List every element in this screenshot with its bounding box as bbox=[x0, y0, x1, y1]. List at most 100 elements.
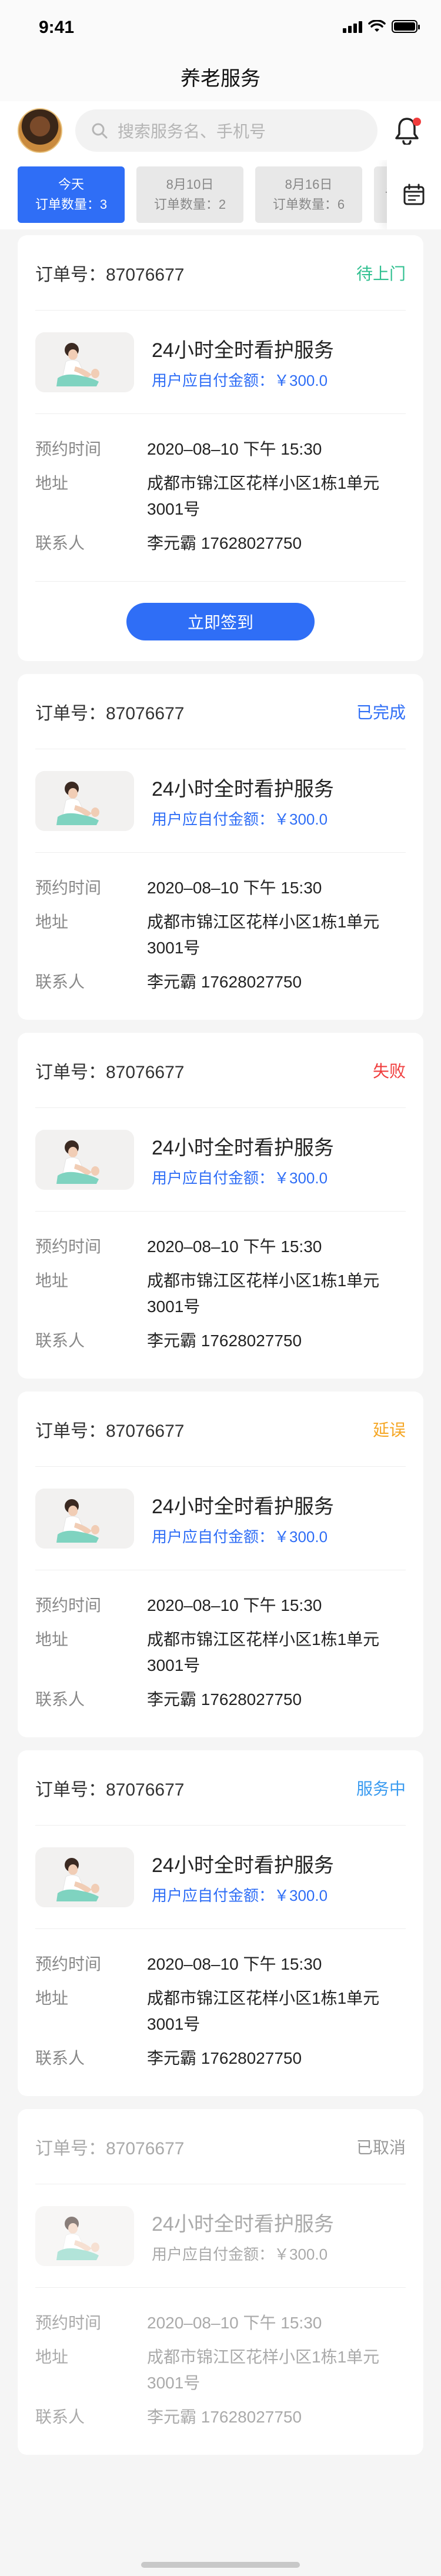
order-info: 预约时间 2020–08–10 下午 15:30 地址 成都市锦江区花样小区1栋1单元… bbox=[35, 414, 406, 581]
info-value: 李元霸 17628027750 bbox=[147, 534, 302, 552]
service-image bbox=[35, 1488, 134, 1549]
order-card[interactable]: 订单号：87076677 失败 24小时全时看护服务 用户应自付金额：￥300.… bbox=[18, 1033, 423, 1379]
info-label: 预约时间 bbox=[35, 440, 102, 458]
service-name: 24小时全时看护服务 bbox=[152, 1854, 334, 1877]
order-status: 已取消 bbox=[356, 2138, 406, 2157]
order-number: 订单号：87076677 bbox=[35, 1062, 185, 1082]
order-number: 订单号：87076677 bbox=[35, 1780, 185, 1800]
service-name: 24小时全时看护服务 bbox=[152, 1495, 334, 1518]
info-value: 成都市锦江区花样小区1栋1单元3001号 bbox=[147, 913, 380, 957]
order-header: 订单号：87076677 已完成 bbox=[35, 674, 406, 749]
info-row: 联系人 李元霸 17628027750 bbox=[35, 2404, 406, 2430]
info-value: 成都市锦江区花样小区1栋1单元3001号 bbox=[147, 2348, 380, 2392]
info-label: 预约时间 bbox=[35, 2314, 102, 2332]
order-card[interactable]: 订单号：87076677 已完成 24小时全时看护服务 用户应自付金额：￥300… bbox=[18, 674, 423, 1020]
info-label: 预约时间 bbox=[35, 879, 102, 897]
service-text: 24小时全时看护服务 用户应自付金额：￥300.0 bbox=[152, 334, 334, 391]
service-price: 用户应自付金额：￥300.0 bbox=[152, 1169, 328, 1187]
service-summary: 24小时全时看护服务 用户应自付金额：￥300.0 bbox=[35, 2184, 406, 2288]
order-info: 预约时间 2020–08–10 下午 15:30 地址 成都市锦江区花样小区1栋1单元… bbox=[35, 1212, 406, 1379]
info-row: 联系人 李元霸 17628027750 bbox=[35, 530, 406, 556]
service-summary: 24小时全时看护服务 用户应自付金额：￥300.0 bbox=[35, 1826, 406, 1929]
info-label: 联系人 bbox=[35, 2049, 85, 2067]
order-card[interactable]: 订单号：87076677 待上门 24小时全时看护服务 用户应自付金额：￥300… bbox=[18, 235, 423, 661]
info-label: 联系人 bbox=[35, 2408, 85, 2426]
order-info: 预约时间 2020–08–10 下午 15:30 地址 成都市锦江区花样小区1栋1单元… bbox=[35, 853, 406, 1020]
service-summary: 24小时全时看护服务 用户应自付金额：￥300.0 bbox=[35, 1467, 406, 1570]
info-row: 地址 成都市锦江区花样小区1栋1单元3001号 bbox=[35, 1627, 406, 1679]
info-label: 地址 bbox=[35, 2348, 69, 2366]
service-image bbox=[35, 1847, 134, 1907]
order-number: 订单号：87076677 bbox=[35, 2138, 185, 2158]
order-status: 失败 bbox=[372, 1062, 406, 1080]
search-row: 搜索服务名、手机号 bbox=[0, 101, 441, 160]
info-value: 2020–08–10 下午 15:30 bbox=[147, 2314, 322, 2332]
info-label: 联系人 bbox=[35, 973, 85, 991]
service-text: 24小时全时看护服务 用户应自付金额：￥300.0 bbox=[152, 773, 334, 829]
date-tab-day: 8月10日 bbox=[166, 177, 214, 192]
checkin-button[interactable]: 立即签到 bbox=[126, 602, 315, 640]
service-price: 用户应自付金额：￥300.0 bbox=[152, 1886, 328, 1904]
order-status: 服务中 bbox=[356, 1779, 406, 1798]
nav-bar: 养老服务 bbox=[0, 52, 441, 101]
service-name: 24小时全时看护服务 bbox=[152, 778, 334, 800]
info-value: 成都市锦江区花样小区1栋1单元3001号 bbox=[147, 474, 380, 518]
info-row: 预约时间 2020–08–10 下午 15:30 bbox=[35, 1234, 406, 1260]
battery-icon bbox=[392, 20, 420, 33]
info-value: 李元霸 17628027750 bbox=[147, 2049, 302, 2067]
service-text: 24小时全时看护服务 用户应自付金额：￥300.0 bbox=[152, 1849, 334, 1906]
service-price: 用户应自付金额：￥300.0 bbox=[152, 2245, 328, 2263]
info-label: 地址 bbox=[35, 913, 69, 931]
order-status: 已完成 bbox=[356, 703, 406, 722]
info-label: 地址 bbox=[35, 1630, 69, 1649]
info-value: 李元霸 17628027750 bbox=[147, 1332, 302, 1350]
calendar-button[interactable] bbox=[387, 160, 441, 229]
info-value: 2020–08–10 下午 15:30 bbox=[147, 879, 322, 897]
order-number: 订单号：87076677 bbox=[35, 265, 185, 285]
order-card[interactable]: 订单号：87076677 已取消 24小时全时看护服务 用户应自付金额：￥300… bbox=[18, 2109, 423, 2455]
info-value: 2020–08–10 下午 15:30 bbox=[147, 440, 322, 458]
info-label: 地址 bbox=[35, 474, 69, 492]
page-title: 养老服务 bbox=[181, 67, 260, 90]
service-image bbox=[35, 332, 134, 392]
date-tab-day: 8月16日 bbox=[285, 177, 333, 192]
search-input[interactable]: 搜索服务名、手机号 bbox=[75, 109, 377, 152]
notification-button[interactable] bbox=[390, 114, 423, 147]
service-price: 用户应自付金额：￥300.0 bbox=[152, 810, 328, 828]
date-tab-today[interactable]: 今天 订单数量：3 bbox=[18, 166, 125, 223]
info-label: 联系人 bbox=[35, 1332, 85, 1350]
date-tab-count: 订单数量：3 bbox=[35, 197, 108, 212]
service-summary: 24小时全时看护服务 用户应自付金额：￥300.0 bbox=[35, 749, 406, 853]
order-header: 订单号：87076677 待上门 bbox=[35, 235, 406, 311]
info-row: 地址 成都市锦江区花样小区1栋1单元3001号 bbox=[35, 1986, 406, 2037]
service-summary: 24小时全时看护服务 用户应自付金额：￥300.0 bbox=[35, 1108, 406, 1212]
date-tab-aug16[interactable]: 8月16日 订单数量：6 bbox=[255, 166, 362, 223]
order-info: 预约时间 2020–08–10 下午 15:30 地址 成都市锦江区花样小区1栋1单元… bbox=[35, 2288, 406, 2455]
order-card[interactable]: 订单号：87076677 延误 24小时全时看护服务 用户应自付金额：￥300.… bbox=[18, 1392, 423, 1737]
date-tab-day: 今天 bbox=[58, 177, 84, 192]
order-header: 订单号：87076677 失败 bbox=[35, 1033, 406, 1108]
calendar-icon bbox=[403, 183, 425, 205]
info-label: 联系人 bbox=[35, 1690, 85, 1709]
service-image bbox=[35, 770, 134, 831]
info-label: 预约时间 bbox=[35, 1237, 102, 1256]
order-status: 延误 bbox=[372, 1420, 406, 1439]
search-placeholder: 搜索服务名、手机号 bbox=[118, 122, 266, 141]
info-row: 联系人 李元霸 17628027750 bbox=[35, 1328, 406, 1354]
service-price: 用户应自付金额：￥300.0 bbox=[152, 1527, 328, 1546]
info-value: 2020–08–10 下午 15:30 bbox=[147, 1955, 322, 1973]
info-value: 2020–08–10 下午 15:30 bbox=[147, 1237, 322, 1256]
signal-icon bbox=[343, 20, 362, 33]
info-label: 联系人 bbox=[35, 534, 85, 552]
date-tab-aug10[interactable]: 8月10日 订单数量：2 bbox=[136, 166, 243, 223]
order-info: 预约时间 2020–08–10 下午 15:30 地址 成都市锦江区花样小区1栋1单元… bbox=[35, 1570, 406, 1737]
info-row: 预约时间 2020–08–10 下午 15:30 bbox=[35, 875, 406, 901]
order-card[interactable]: 订单号：87076677 服务中 24小时全时看护服务 用户应自付金额：￥300… bbox=[18, 1750, 423, 2096]
info-value: 成都市锦江区花样小区1栋1单元3001号 bbox=[147, 1272, 380, 1316]
order-number: 订单号：87076677 bbox=[35, 1421, 185, 1441]
order-list: 订单号：87076677 待上门 24小时全时看护服务 用户应自付金额：￥300… bbox=[0, 235, 441, 2455]
info-label: 地址 bbox=[35, 1989, 69, 2007]
info-row: 地址 成都市锦江区花样小区1栋1单元3001号 bbox=[35, 2344, 406, 2396]
info-row: 预约时间 2020–08–10 下午 15:30 bbox=[35, 1951, 406, 1977]
avatar[interactable] bbox=[18, 108, 62, 153]
